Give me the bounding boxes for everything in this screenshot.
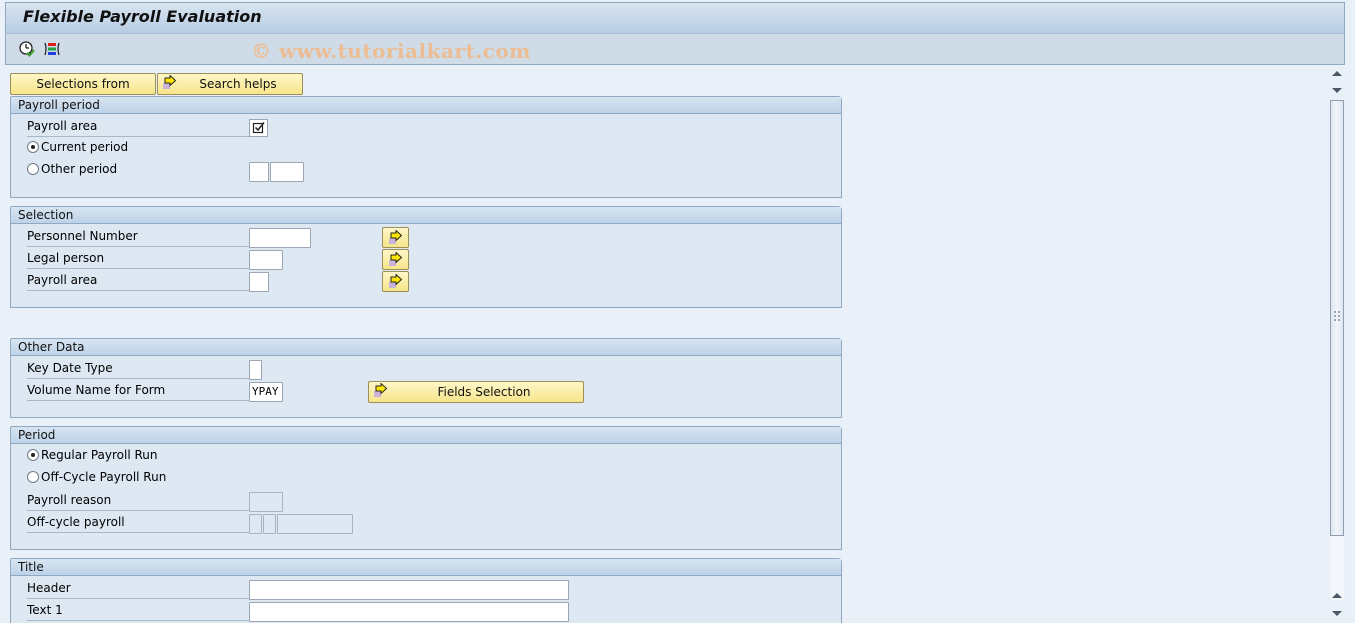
payroll-area-multiple-selection-button[interactable] <box>382 271 409 292</box>
radio-button[interactable] <box>27 163 39 175</box>
text1-field[interactable] <box>249 602 569 622</box>
payroll-reason-field[interactable] <box>249 492 283 512</box>
offcycle-payroll-row: Off-cycle payroll <box>27 511 827 534</box>
other-period-field-2[interactable] <box>270 162 304 182</box>
regular-payroll-run-label: Regular Payroll Run <box>41 448 158 462</box>
other-period-row: Other period <box>27 159 827 182</box>
offcycle-payroll-label: Off-cycle payroll <box>27 514 249 533</box>
payroll-area-label: Payroll area <box>27 118 249 137</box>
personnel-number-field[interactable] <box>249 228 311 248</box>
offcycle-payroll-run-radio[interactable]: Off-Cycle Payroll Run <box>27 470 166 488</box>
search-helps-button[interactable]: Search helps <box>157 73 303 95</box>
offcycle-payroll-run-label: Off-Cycle Payroll Run <box>41 470 167 484</box>
regular-payroll-run-radio[interactable]: Regular Payroll Run <box>27 448 158 466</box>
scroll-up-icon[interactable] <box>1329 66 1345 82</box>
payroll-area-field[interactable] <box>249 272 269 292</box>
selection-payroll-area-row: Payroll area <box>27 269 827 292</box>
header-row: Header <box>27 577 827 600</box>
current-period-label: Current period <box>41 140 129 154</box>
radio-button-selected[interactable] <box>27 449 39 461</box>
current-period-row: Current period <box>27 137 327 159</box>
scroll-page-down-icon[interactable] <box>1329 605 1345 621</box>
header-label: Header <box>27 580 249 599</box>
radio-button[interactable] <box>27 471 39 483</box>
header-field[interactable] <box>249 580 569 600</box>
group-period: Period Regular Payroll Run Off-Cycle Pay… <box>10 426 842 550</box>
page-title: Flexible Payroll Evaluation <box>23 7 262 26</box>
other-period-label: Other period <box>41 162 118 176</box>
title-bar: Flexible Payroll Evaluation <box>5 2 1345 33</box>
selections-from-label: Selections from <box>36 77 130 91</box>
regular-run-row: Regular Payroll Run <box>27 445 327 467</box>
scroll-down-icon[interactable] <box>1329 82 1345 98</box>
other-period-radio[interactable]: Other period <box>27 162 117 180</box>
offcycle-payroll-field-1[interactable] <box>249 514 262 534</box>
personnel-number-label: Personnel Number <box>27 228 249 247</box>
fields-selection-label: Fields Selection <box>437 385 531 399</box>
legal-person-row: Legal person <box>27 247 827 270</box>
payroll-area-row: Payroll area <box>27 115 827 137</box>
payroll-area-checkbox[interactable] <box>249 119 268 137</box>
group-title: Period <box>11 427 841 444</box>
offcycle-payroll-field-2[interactable] <box>263 514 276 534</box>
radio-button-selected[interactable] <box>27 141 39 153</box>
group-selection: Selection Personnel Number Legal person … <box>10 206 842 308</box>
legal-person-label: Legal person <box>27 250 249 269</box>
legal-person-multiple-selection-button[interactable] <box>382 249 409 270</box>
group-title: Selection <box>11 207 841 224</box>
text1-row: Text 1 <box>27 599 827 622</box>
fields-selection-button[interactable]: Fields Selection <box>368 381 584 403</box>
payroll-area-label: Payroll area <box>27 272 249 291</box>
group-title: Other Data <box>11 339 841 356</box>
scrollbar-thumb[interactable] <box>1330 100 1344 536</box>
key-date-type-field[interactable] <box>249 360 262 380</box>
key-date-type-row: Key Date Type <box>27 357 827 380</box>
volume-name-row: Volume Name for Form YPAY Fields Selecti… <box>27 379 827 403</box>
arrow-right-icon <box>162 74 178 91</box>
legal-person-field[interactable] <box>249 250 283 270</box>
group-title-section: Title Header Text 1 <box>10 558 842 623</box>
watermark: © www.tutorialkart.com <box>251 39 531 63</box>
personnel-number-row: Personnel Number <box>27 225 827 248</box>
other-period-field-1[interactable] <box>249 162 269 182</box>
volume-name-field[interactable]: YPAY <box>249 382 283 402</box>
key-date-type-label: Key Date Type <box>27 360 249 379</box>
arrow-right-icon <box>373 382 389 399</box>
group-title: Title <box>11 559 841 576</box>
application-toolbar: © www.tutorialkart.com <box>5 33 1345 65</box>
selections-from-button[interactable]: Selections from <box>10 73 156 95</box>
vertical-scrollbar[interactable] <box>1329 66 1345 623</box>
group-title: Payroll period <box>11 97 841 114</box>
group-payroll-period: Payroll period Payroll area Current peri… <box>10 96 842 198</box>
text1-label: Text 1 <box>27 602 249 621</box>
current-period-radio[interactable]: Current period <box>27 140 128 158</box>
selection-options-icon[interactable] <box>43 40 61 58</box>
grip-icon <box>1334 311 1340 321</box>
scroll-page-up-icon[interactable] <box>1329 588 1345 604</box>
offcycle-payroll-field-3[interactable] <box>277 514 353 534</box>
volume-name-label: Volume Name for Form <box>27 382 249 401</box>
offcycle-run-row: Off-Cycle Payroll Run <box>27 467 327 489</box>
search-helps-label: Search helps <box>199 77 277 91</box>
personnel-number-multiple-selection-button[interactable] <box>382 227 409 248</box>
execute-icon[interactable] <box>18 40 36 58</box>
group-other-data: Other Data Key Date Type Volume Name for… <box>10 338 842 418</box>
payroll-reason-label: Payroll reason <box>27 492 249 511</box>
payroll-reason-row: Payroll reason <box>27 489 827 512</box>
